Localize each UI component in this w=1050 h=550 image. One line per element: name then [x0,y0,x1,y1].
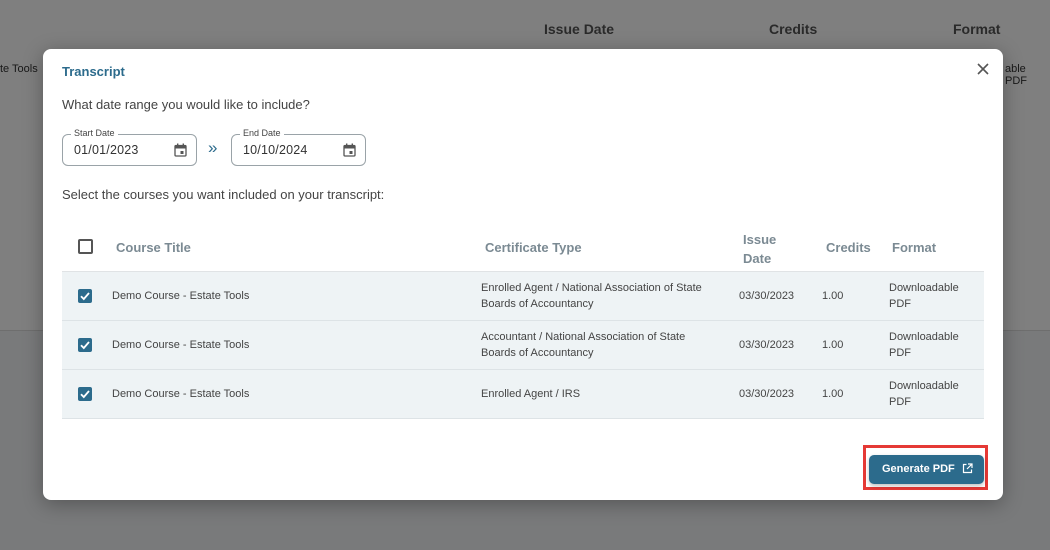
table-header: Course Title Certificate Type Issue Date… [62,222,984,272]
generate-pdf-label: Generate PDF [882,463,955,475]
start-date-label: Start Date [71,128,118,138]
range-separator: » [208,138,218,157]
format: Downloadable PDF [889,380,959,408]
certificate-type: Enrolled Agent / IRS [481,388,581,400]
row-checkbox[interactable] [78,289,92,303]
end-date-value[interactable]: 10/10/2024 [243,143,308,157]
modal-title: Transcript [62,64,125,79]
header-certificate-type: Certificate Type [485,240,582,255]
certificate-type: Enrolled Agent / National Association of… [481,282,702,310]
calendar-icon[interactable] [343,143,356,157]
date-range-prompt: What date range you would like to includ… [62,97,310,112]
course-select-prompt: Select the courses you want included on … [62,187,385,202]
credits: 1.00 [822,339,844,351]
start-date-value[interactable]: 01/01/2023 [74,143,139,157]
calendar-icon[interactable] [174,143,187,157]
table-row[interactable]: Demo Course - Estate Tools Enrolled Agen… [62,272,984,321]
issue-date: 03/30/2023 [739,388,795,400]
table-row[interactable]: Demo Course - Estate Tools Accountant / … [62,321,984,370]
close-icon[interactable] [975,61,991,77]
start-date-field[interactable]: Start Date 01/01/2023 [62,128,197,166]
format: Downloadable PDF [889,331,959,359]
header-issue-date: Issue Date [743,232,777,266]
generate-pdf-button[interactable]: Generate PDF [869,455,984,484]
course-title: Demo Course - Estate Tools [112,388,250,400]
end-date-label: End Date [240,128,284,138]
credits: 1.00 [822,388,844,400]
issue-date: 03/30/2023 [739,339,795,351]
header-format: Format [892,240,937,255]
header-course-title: Course Title [116,240,191,255]
end-date-field[interactable]: End Date 10/10/2024 [231,128,366,166]
transcript-modal: Transcript What date range you would lik… [43,49,1003,500]
credits: 1.00 [822,290,844,302]
header-credits: Credits [826,240,871,255]
format: Downloadable PDF [889,282,959,310]
row-checkbox[interactable] [78,387,92,401]
select-all-checkbox[interactable] [78,239,93,254]
issue-date: 03/30/2023 [739,290,795,302]
certificate-type: Accountant / National Association of Sta… [481,331,686,359]
courses-table: Course Title Certificate Type Issue Date… [62,222,984,419]
course-title: Demo Course - Estate Tools [112,339,250,351]
row-checkbox[interactable] [78,338,92,352]
external-link-icon [962,463,973,474]
table-row[interactable]: Demo Course - Estate Tools Enrolled Agen… [62,370,984,419]
course-title: Demo Course - Estate Tools [112,290,250,302]
